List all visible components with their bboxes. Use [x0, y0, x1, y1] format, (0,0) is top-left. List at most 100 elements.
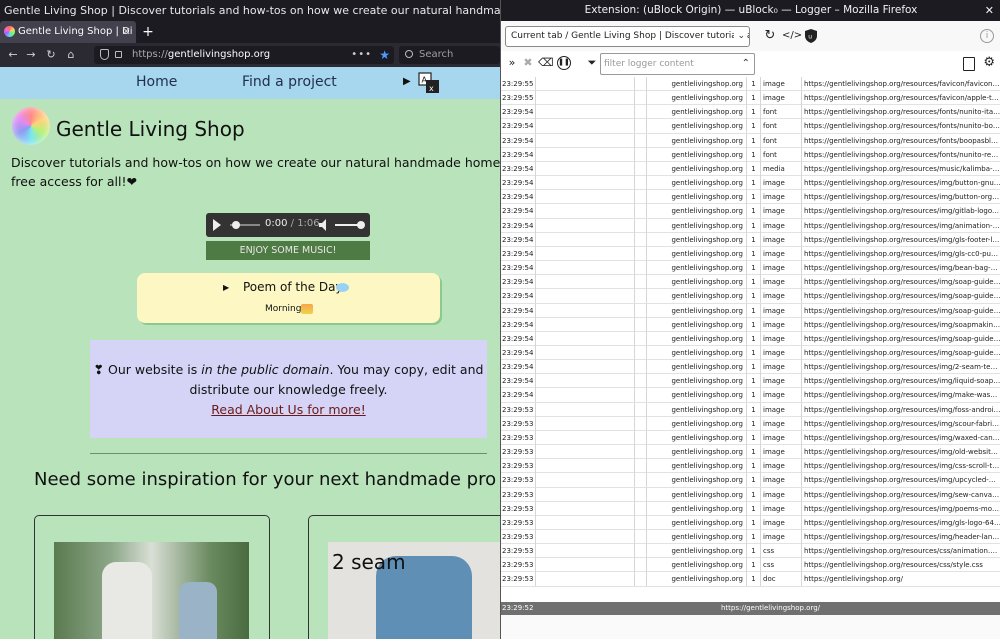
row-filter [535, 77, 634, 91]
new-tab-button[interactable]: + [140, 21, 156, 43]
logger-row[interactable]: 23:29:54 gentlelivingshop.org 1 image https:… [501, 246, 1000, 262]
logger-row[interactable]: 23:29:54 gentlelivingshop.org 1 font https:/… [501, 147, 1000, 162]
row-flag [634, 246, 646, 261]
row-count: 1 [746, 133, 760, 148]
row-type: image [760, 232, 801, 247]
row-url: https://gentlelivingshop.org/resources/i… [801, 530, 1000, 544]
chevron-up-icon[interactable]: ⌃ [742, 54, 750, 74]
current-time: 0:00 [265, 218, 288, 229]
gear-icon[interactable]: ⚙ [983, 55, 995, 70]
logger-row[interactable]: 23:29:54 gentlelivingshop.org 1 image https:… [501, 275, 1000, 290]
close-tab-icon[interactable]: ✕ [122, 21, 131, 43]
logger-row[interactable]: 23:29:53 gentlelivingshop.org 1 image https:… [501, 416, 1000, 431]
menu-expand-icon[interactable]: ▶ [403, 76, 411, 87]
logger-row[interactable]: 23:29:53 gentlelivingshop.org 1 image https:… [501, 515, 1000, 530]
poem-of-the-day[interactable]: ▶ Poem of the Day Morning [137, 273, 440, 323]
row-time: 23:29:53 [502, 533, 534, 541]
tshirt-photo[interactable]: 2 seam [328, 542, 500, 639]
row-count: 1 [746, 445, 760, 460]
translate-icon[interactable]: A x [418, 72, 440, 94]
row-type: image [760, 289, 801, 304]
row-filter [535, 133, 634, 148]
volume-handle[interactable] [357, 221, 365, 229]
seek-handle[interactable] [232, 221, 240, 229]
logger-doc-row[interactable]: 23:29:52 https://gentlelivingshop.org/ [501, 602, 1000, 615]
eraser-icon[interactable]: ⌫ [538, 56, 554, 70]
row-count: 1 [746, 147, 760, 162]
logger-row[interactable]: 23:29:53 gentlelivingshop.org 1 css https://… [501, 558, 1000, 573]
nav-find-project-link[interactable]: Find a project [242, 74, 337, 90]
logger-row[interactable]: 23:29:53 gentlelivingshop.org 1 css https://… [501, 544, 1000, 559]
pause-icon[interactable]: ❚❚ [557, 56, 571, 70]
logger-row[interactable]: 23:29:54 gentlelivingshop.org 1 image https:… [501, 374, 1000, 389]
info-icon[interactable]: i [980, 29, 994, 43]
logger-row[interactable]: 23:29:54 gentlelivingshop.org 1 image https:… [501, 289, 1000, 304]
logger-row[interactable]: 23:29:53 gentlelivingshop.org 1 image https:… [501, 459, 1000, 474]
search-input[interactable]: Search [399, 46, 500, 64]
logger-row[interactable]: 23:29:55 gentlelivingshop.org 1 image https:… [501, 77, 1000, 92]
logger-row[interactable]: 23:29:54 gentlelivingshop.org 1 image https:… [501, 232, 1000, 247]
reload-tab-icon[interactable]: ↻ [762, 28, 778, 44]
logger-row[interactable]: 23:29:54 gentlelivingshop.org 1 font https:/… [501, 133, 1000, 148]
read-about-us-link[interactable]: Read About Us for more! [211, 402, 366, 417]
logger-row[interactable]: 23:29:53 gentlelivingshop.org 1 image https:… [501, 501, 1000, 516]
logger-row[interactable]: 23:29:53 gentlelivingshop.org 1 image https:… [501, 445, 1000, 460]
logger-row[interactable]: 23:29:53 gentlelivingshop.org 1 image https:… [501, 473, 1000, 488]
row-type: doc [760, 572, 801, 587]
reload-icon[interactable]: ↻ [44, 47, 58, 63]
logger-row[interactable]: 23:29:53 gentlelivingshop.org 1 image https:… [501, 402, 1000, 417]
play-icon[interactable] [213, 219, 221, 231]
site-logo[interactable] [12, 107, 50, 145]
logger-row[interactable]: 23:29:54 gentlelivingshop.org 1 image https:… [501, 345, 1000, 361]
clear-icon[interactable]: ✖ [521, 56, 535, 70]
expand-rows-icon[interactable]: » [505, 56, 519, 70]
logger-row[interactable]: 23:29:54 gentlelivingshop.org 1 font https:/… [501, 105, 1000, 120]
row-time: 23:29:53 [502, 462, 534, 471]
browser-tab[interactable]: Gentle Living Shop | Di ✕ [0, 21, 136, 43]
logger-row[interactable]: 23:29:53 gentlelivingshop.org 1 image https:… [501, 430, 1000, 446]
back-icon[interactable]: ← [6, 47, 20, 63]
row-time: 23:29:54 [502, 306, 534, 315]
lock-icon[interactable] [115, 51, 122, 58]
logger-row[interactable]: 23:29:54 gentlelivingshop.org 1 image https:… [501, 303, 1000, 318]
home-icon[interactable]: ⌂ [64, 47, 78, 63]
logger-row[interactable]: 23:29:54 gentlelivingshop.org 1 image https:… [501, 261, 1000, 276]
filter-input[interactable]: filter logger content ⌃ [600, 53, 755, 75]
bookmark-star-icon[interactable]: ★ [379, 46, 390, 64]
url-bar[interactable]: https://gentlelivingshop.org ••• ★ [94, 46, 394, 64]
logger-row[interactable]: 23:29:53 gentlelivingshop.org 1 image https:… [501, 530, 1000, 545]
volume-icon[interactable] [319, 219, 328, 231]
nav-home-link[interactable]: Home [136, 74, 177, 90]
backpack-photo[interactable] [54, 542, 249, 639]
logger-row[interactable]: 23:29:54 gentlelivingshop.org 1 media https:… [501, 161, 1000, 177]
copy-icon[interactable] [963, 57, 975, 71]
row-domain: gentlelivingshop.org [646, 105, 746, 120]
logger-row[interactable]: 23:29:54 gentlelivingshop.org 1 font https:/… [501, 119, 1000, 134]
logger-row[interactable]: 23:29:53 gentlelivingshop.org 1 doc https://… [501, 572, 1000, 587]
filter-funnel-icon[interactable]: ⏷ [585, 56, 599, 70]
dom-inspector-icon[interactable]: </> [782, 28, 802, 44]
disclosure-triangle-icon[interactable]: ▶ [223, 283, 229, 292]
tab-selector[interactable]: Current tab / Gentle Living Shop | Disco… [505, 26, 750, 47]
page-actions-icon[interactable]: ••• [351, 46, 372, 64]
logger-row[interactable]: 23:29:54 gentlelivingshop.org 1 image https:… [501, 388, 1000, 403]
logger-row[interactable]: 23:29:55 gentlelivingshop.org 1 image https:… [501, 91, 1000, 106]
row-count: 1 [746, 218, 760, 233]
tracking-shield-icon[interactable] [100, 49, 109, 60]
row-time: 23:29:54 [502, 207, 534, 216]
row-domain: gentlelivingshop.org [646, 445, 746, 460]
enjoy-music-button[interactable]: ENJOY SOME MUSIC! [206, 241, 370, 260]
logger-row[interactable]: 23:29:54 gentlelivingshop.org 1 image https:… [501, 331, 1000, 346]
logger-row[interactable]: 23:29:54 gentlelivingshop.org 1 image https:… [501, 360, 1000, 375]
logger-row[interactable]: 23:29:54 gentlelivingshop.org 1 image https:… [501, 204, 1000, 219]
close-window-icon[interactable]: ✕ [985, 0, 994, 21]
forward-icon[interactable]: → [24, 47, 38, 63]
logger-row[interactable]: 23:29:54 gentlelivingshop.org 1 image https:… [501, 317, 1000, 332]
logger-row[interactable]: 23:29:53 gentlelivingshop.org 1 image https:… [501, 487, 1000, 502]
row-filter [535, 275, 634, 290]
ublock-shield-icon[interactable]: u [803, 28, 819, 44]
logger-row[interactable]: 23:29:54 gentlelivingshop.org 1 image https:… [501, 218, 1000, 233]
logger-row[interactable]: 23:29:54 gentlelivingshop.org 1 image https:… [501, 176, 1000, 191]
row-url: https://gentlelivingshop.org/resources/i… [801, 430, 1000, 445]
logger-row[interactable]: 23:29:54 gentlelivingshop.org 1 image https:… [501, 190, 1000, 205]
